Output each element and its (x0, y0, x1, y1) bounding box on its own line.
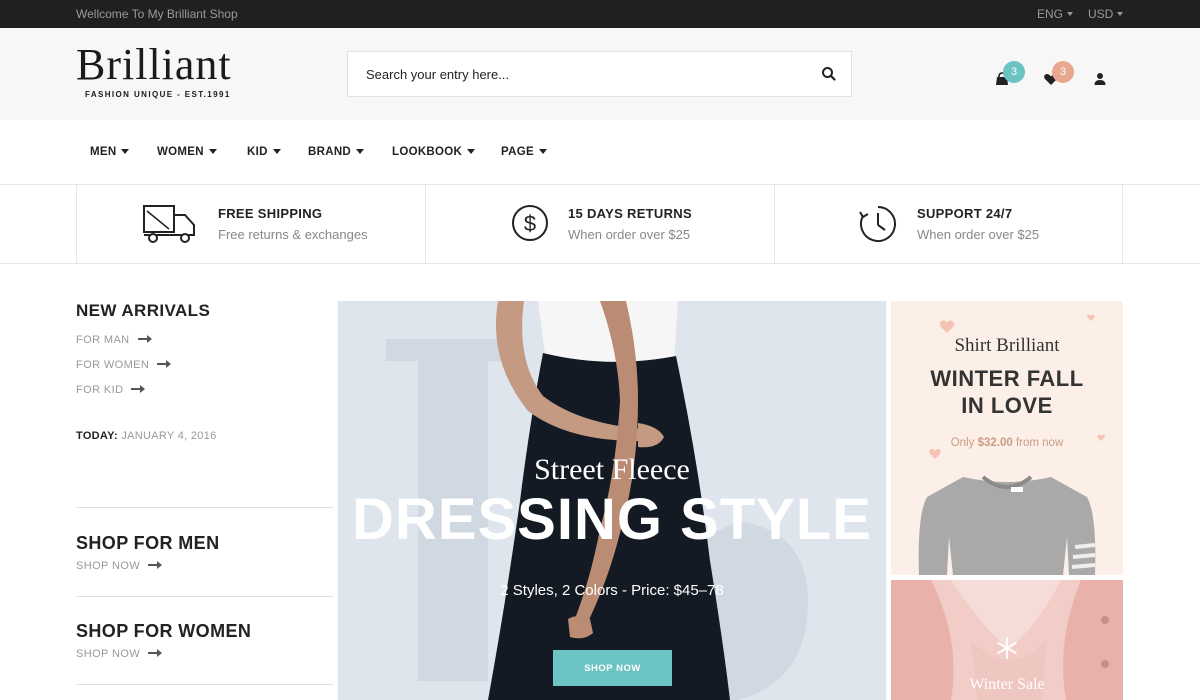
chevron-down-icon (356, 149, 365, 154)
wishlist-count-badge: 3 (1052, 61, 1074, 83)
snowflake-icon (997, 637, 1017, 659)
promo-label: Winter Sale (969, 676, 1045, 693)
feature-subtitle: Free returns & exchanges (218, 227, 368, 242)
link-label: FOR WOMEN (76, 359, 150, 371)
arrow-right-icon (148, 561, 163, 569)
nav-item-brand[interactable]: BRAND (308, 146, 365, 158)
nav-item-label: LOOKBOOK (392, 146, 463, 158)
promo-price: $32.00 (977, 437, 1013, 449)
link-for-women[interactable]: FOR WOMEN (76, 359, 172, 371)
nav-item-label: MEN (90, 146, 117, 158)
chevron-down-icon (467, 149, 476, 154)
link-label: SHOP NOW (76, 648, 141, 660)
nav-item-page[interactable]: PAGE (501, 146, 547, 158)
search-icon (822, 67, 836, 81)
hero-details: 2 Styles, 2 Colors - Price: $45–78 (500, 582, 724, 599)
account-button[interactable] (1089, 68, 1111, 90)
logo[interactable]: Brilliant FASHION UNIQUE - EST.1991 (76, 40, 232, 100)
svg-text:$: $ (524, 211, 536, 236)
divider (76, 507, 333, 508)
dollar-coin-icon: $ (512, 205, 548, 241)
promo-headline-line: IN LOVE (961, 393, 1053, 418)
arrow-right-icon (131, 385, 146, 393)
feature-subtitle: When order over $25 (917, 227, 1040, 242)
chevron-down-icon (1117, 12, 1124, 16)
promo-kicker: Shirt Brilliant (954, 335, 1060, 356)
main-navigation: MEN WOMEN KID BRAND LOOKBOOK PAGE (0, 120, 1200, 184)
arrow-right-icon (137, 335, 152, 343)
features-strip: FREE SHIPPING Free returns & exchanges $… (0, 184, 1200, 264)
search-input[interactable] (348, 52, 808, 96)
promo-price-prefix: Only (950, 437, 975, 449)
feature-title: FREE SHIPPING (218, 206, 323, 221)
feature-free-shipping: FREE SHIPPING Free returns & exchanges (76, 185, 425, 264)
nav-item-label: KID (247, 146, 268, 158)
sidebar: NEW ARRIVALS FOR MAN FOR WOMEN FOR KID T… (76, 264, 333, 700)
nav-item-label: PAGE (501, 146, 534, 158)
link-label: SHOP NOW (76, 560, 141, 572)
arrow-right-icon (157, 360, 172, 368)
nav-item-label: WOMEN (157, 146, 204, 158)
today-label: TODAY: (76, 430, 118, 442)
today-value: JANUARY 4, 2016 (121, 430, 217, 442)
shop-now-button[interactable]: SHOP NOW (553, 650, 672, 686)
promo-card-winter-sale[interactable]: Winter Sale (891, 580, 1123, 700)
nav-item-lookbook[interactable]: LOOKBOOK (392, 146, 476, 158)
currency-value: USD (1088, 7, 1114, 21)
arrow-right-icon (148, 649, 163, 657)
chevron-down-icon (538, 149, 547, 154)
feature-returns: $ 15 DAYS RETURNS When order over $25 (425, 185, 774, 264)
link-label: FOR MAN (76, 334, 130, 346)
logo-name: Brilliant (76, 40, 232, 89)
logo-tagline: FASHION UNIQUE - EST.1991 (85, 90, 231, 99)
hero-banner: Street Fleece DRESSING STYLE 2 Styles, 2… (338, 301, 886, 700)
search-bar (347, 51, 852, 97)
site-header: Brilliant FASHION UNIQUE - EST.1991 3 3 (0, 28, 1200, 120)
feature-support: SUPPORT 24/7 When order over $25 (774, 185, 1123, 264)
chevron-down-icon (121, 149, 130, 154)
user-icon (1094, 73, 1106, 85)
link-for-man[interactable]: FOR MAN (76, 334, 152, 346)
chevron-down-icon (272, 149, 281, 154)
language-selector[interactable]: ENG (1037, 7, 1074, 21)
divider (76, 684, 333, 685)
nav-item-men[interactable]: MEN (90, 146, 130, 158)
currency-selector[interactable]: USD (1088, 7, 1124, 21)
hero-kicker: Street Fleece (534, 453, 690, 486)
link-for-kid[interactable]: FOR KID (76, 384, 146, 396)
divider (76, 596, 333, 597)
feature-title: SUPPORT 24/7 (917, 206, 1013, 221)
shop-for-men-link[interactable]: SHOP NOW (76, 560, 163, 572)
nav-item-kid[interactable]: KID (247, 146, 281, 158)
chevron-down-icon (208, 149, 217, 154)
chevron-down-icon (1067, 12, 1074, 16)
shop-for-men-title: SHOP FOR MEN (76, 533, 220, 553)
search-button[interactable] (817, 62, 841, 86)
clock-icon (859, 206, 896, 242)
cart-count-badge: 3 (1003, 61, 1025, 83)
feature-subtitle: When order over $25 (568, 227, 691, 242)
link-label: FOR KID (76, 384, 124, 396)
hero-headline: DRESSING STYLE (352, 487, 872, 552)
promo-price-suffix: from now (1015, 437, 1064, 449)
feature-title: 15 DAYS RETURNS (568, 206, 692, 221)
promo-price-text: Only $32.00 from now (891, 437, 1123, 449)
promo-card-winter-fall[interactable]: Shirt Brilliant WINTER FALL IN LOVE Only… (891, 301, 1123, 575)
shop-for-women-title: SHOP FOR WOMEN (76, 621, 252, 641)
today-date: TODAY: JANUARY 4, 2016 (76, 430, 217, 442)
new-arrivals-title: NEW ARRIVALS (76, 301, 211, 320)
language-value: ENG (1037, 7, 1064, 21)
nav-item-label: BRAND (308, 146, 352, 158)
nav-item-women[interactable]: WOMEN (157, 146, 217, 158)
promo-headline: WINTER FALL IN LOVE (901, 365, 1113, 419)
truck-icon (143, 205, 195, 243)
promo-headline-line: WINTER FALL (930, 366, 1084, 391)
welcome-message: Wellcome To My Brilliant Shop (76, 7, 238, 21)
shop-for-women-link[interactable]: SHOP NOW (76, 648, 163, 660)
top-bar: Wellcome To My Brilliant Shop ENG USD (0, 0, 1200, 28)
